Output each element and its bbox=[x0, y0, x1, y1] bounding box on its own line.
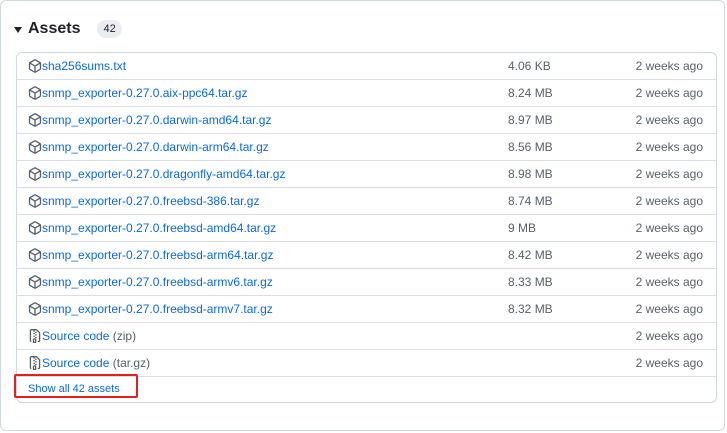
asset-row: snmp_exporter-0.27.0.darwin-amd64.tar.gz… bbox=[17, 107, 716, 134]
asset-time: 2 weeks ago bbox=[635, 221, 703, 235]
asset-time: 2 weeks ago bbox=[635, 113, 703, 127]
asset-time: 2 weeks ago bbox=[635, 356, 703, 370]
asset-time: 2 weeks ago bbox=[635, 302, 703, 316]
asset-size: 4.06 KB bbox=[508, 59, 551, 73]
asset-time: 2 weeks ago bbox=[635, 59, 703, 73]
assets-list: sha256sums.txt 4.06 KB 2 weeks ago snmp_… bbox=[16, 52, 717, 403]
asset-time: 2 weeks ago bbox=[635, 140, 703, 154]
asset-time: 2 weeks ago bbox=[635, 275, 703, 289]
file-zip-icon bbox=[28, 356, 42, 370]
package-icon bbox=[28, 194, 42, 208]
asset-link[interactable]: snmp_exporter-0.27.0.aix-ppc64.tar.gz bbox=[42, 86, 247, 100]
package-icon bbox=[28, 302, 42, 316]
asset-size: 8.24 MB bbox=[508, 86, 553, 100]
asset-link[interactable]: snmp_exporter-0.27.0.freebsd-386.tar.gz bbox=[42, 194, 259, 208]
package-icon bbox=[28, 86, 42, 100]
asset-row: snmp_exporter-0.27.0.freebsd-386.tar.gz … bbox=[17, 188, 716, 215]
package-icon bbox=[28, 167, 42, 181]
asset-time: 2 weeks ago bbox=[635, 86, 703, 100]
asset-link[interactable]: snmp_exporter-0.27.0.darwin-arm64.tar.gz bbox=[42, 140, 269, 154]
caret-down-icon bbox=[14, 26, 22, 33]
asset-size: 8.56 MB bbox=[508, 140, 553, 154]
package-icon bbox=[28, 113, 42, 127]
asset-link[interactable]: snmp_exporter-0.27.0.dragonfly-amd64.tar… bbox=[42, 167, 285, 181]
assets-title: Assets bbox=[28, 20, 81, 37]
source-code-targz-link[interactable]: Source code (tar.gz) bbox=[42, 356, 150, 370]
asset-time: 2 weeks ago bbox=[635, 248, 703, 262]
source-code-zip-link[interactable]: Source code (zip) bbox=[42, 329, 136, 343]
source-code-row: Source code (zip) 2 weeks ago bbox=[17, 323, 716, 350]
asset-time: 2 weeks ago bbox=[635, 194, 703, 208]
show-all-assets-link[interactable]: Show all 42 assets bbox=[28, 383, 120, 395]
package-icon bbox=[28, 221, 42, 235]
asset-link[interactable]: snmp_exporter-0.27.0.freebsd-amd64.tar.g… bbox=[42, 221, 276, 235]
asset-size: 8.97 MB bbox=[508, 113, 553, 127]
asset-size: 8.33 MB bbox=[508, 275, 553, 289]
asset-size: 8.74 MB bbox=[508, 194, 553, 208]
asset-row: snmp_exporter-0.27.0.aix-ppc64.tar.gz 8.… bbox=[17, 80, 716, 107]
asset-row: snmp_exporter-0.27.0.darwin-arm64.tar.gz… bbox=[17, 134, 716, 161]
source-code-suffix: (tar.gz) bbox=[112, 356, 151, 370]
assets-count-badge: 42 bbox=[97, 20, 122, 38]
asset-time: 2 weeks ago bbox=[635, 167, 703, 181]
asset-size: 8.42 MB bbox=[508, 248, 553, 262]
package-icon bbox=[28, 275, 42, 289]
asset-link[interactable]: snmp_exporter-0.27.0.freebsd-armv6.tar.g… bbox=[42, 275, 273, 289]
source-code-row: Source code (tar.gz) 2 weeks ago bbox=[17, 350, 716, 377]
package-icon bbox=[28, 59, 42, 73]
package-icon bbox=[28, 140, 42, 154]
asset-link[interactable]: snmp_exporter-0.27.0.freebsd-arm64.tar.g… bbox=[42, 248, 273, 262]
asset-link[interactable]: snmp_exporter-0.27.0.freebsd-armv7.tar.g… bbox=[42, 302, 273, 316]
asset-size: 8.32 MB bbox=[508, 302, 553, 316]
asset-size: 8.98 MB bbox=[508, 167, 553, 181]
show-all-row: Show all 42 assets bbox=[17, 377, 716, 402]
package-icon bbox=[28, 248, 42, 262]
asset-row: snmp_exporter-0.27.0.freebsd-armv6.tar.g… bbox=[17, 269, 716, 296]
source-code-label: Source code bbox=[42, 356, 110, 370]
asset-time: 2 weeks ago bbox=[635, 329, 703, 343]
asset-row: snmp_exporter-0.27.0.freebsd-armv7.tar.g… bbox=[17, 296, 716, 323]
source-code-suffix: (zip) bbox=[112, 329, 137, 343]
asset-size: 9 MB bbox=[508, 221, 537, 235]
file-zip-icon bbox=[28, 329, 42, 343]
assets-toggle[interactable]: Assets 42 bbox=[14, 17, 122, 41]
asset-row: snmp_exporter-0.27.0.dragonfly-amd64.tar… bbox=[17, 161, 716, 188]
asset-link[interactable]: snmp_exporter-0.27.0.darwin-amd64.tar.gz bbox=[42, 113, 271, 127]
asset-row: sha256sums.txt 4.06 KB 2 weeks ago bbox=[17, 53, 716, 80]
source-code-label: Source code bbox=[42, 329, 110, 343]
asset-row: snmp_exporter-0.27.0.freebsd-arm64.tar.g… bbox=[17, 242, 716, 269]
asset-link[interactable]: sha256sums.txt bbox=[42, 59, 126, 73]
assets-panel: Assets 42 sha256sums.txt 4.06 KB 2 weeks… bbox=[0, 0, 725, 431]
asset-row: snmp_exporter-0.27.0.freebsd-amd64.tar.g… bbox=[17, 215, 716, 242]
